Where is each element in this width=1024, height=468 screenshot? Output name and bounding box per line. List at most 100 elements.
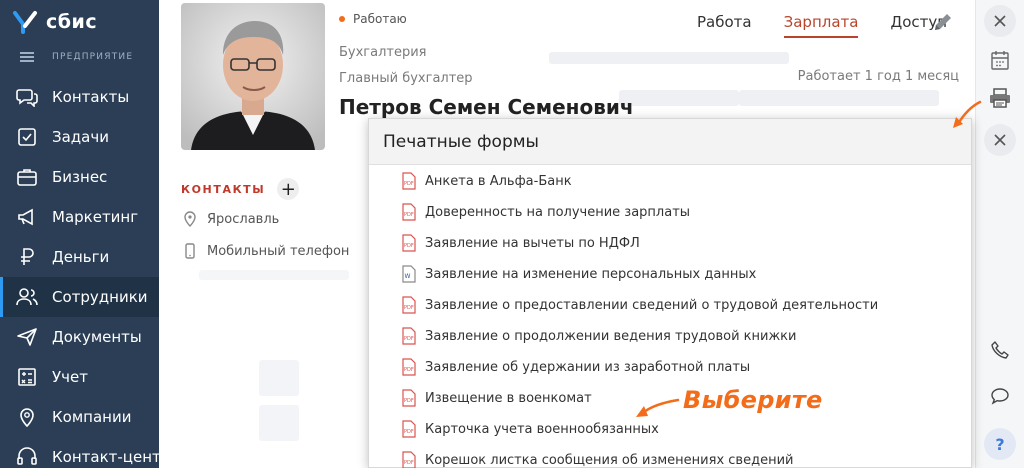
status-text: Работаю (353, 12, 407, 26)
sidebar-item-label: Деньги (52, 248, 110, 266)
employee-name: Петров Семен Семенович (339, 95, 634, 119)
employee-photo[interactable] (181, 3, 325, 150)
contacts-header: КОНТАКТЫ + (181, 178, 300, 200)
print-form-label: Заявление на вычеты по НДФЛ (425, 235, 640, 251)
hint-arrow-to-form (636, 398, 680, 417)
sidebar-item-documents[interactable]: Документы (0, 317, 159, 357)
print-form-item[interactable]: PDF Извещение в военкомат (402, 388, 592, 408)
print-form-item[interactable]: PDF Корешок листка сообщения об изменени… (402, 450, 793, 468)
pdf-icon: PDF (402, 358, 416, 376)
print-form-item[interactable]: PDF Доверенность на получение зарплаты (402, 202, 690, 222)
close-card-button[interactable] (984, 5, 1016, 37)
help-button[interactable]: ? (984, 428, 1016, 460)
svg-text:PDF: PDF (404, 336, 414, 342)
print-form-item-military-card[interactable]: PDF Карточка учета военнообязанных (402, 419, 659, 439)
print-form-item[interactable]: PDF Заявление о продолжении ведения труд… (402, 326, 796, 346)
print-form-label: Заявление о продолжении ведения трудовой… (425, 328, 797, 344)
contact-city[interactable]: Ярославль (183, 211, 279, 227)
printer-icon (990, 88, 1010, 108)
add-contact-button[interactable]: + (277, 178, 300, 200)
tenure-label: Работает 1 год 1 месяц (797, 69, 959, 84)
hint-arrow-to-print-icon (953, 100, 982, 128)
edit-pencil-icon[interactable] (931, 10, 955, 34)
sidebar-item-label: Сотрудники (52, 288, 148, 306)
employees-icon (16, 286, 38, 308)
accounting-icon (16, 366, 38, 388)
svg-text:PDF: PDF (404, 367, 414, 373)
background-placeholder (549, 52, 789, 64)
contact-phone-text: Мобильный телефон (207, 243, 350, 259)
pdf-icon: PDF (402, 203, 416, 221)
sidebar-item-employees[interactable]: Сотрудники (0, 277, 159, 317)
right-rail: ? (975, 0, 1024, 468)
sidebar-item-tasks[interactable]: Задачи (0, 117, 159, 157)
hamburger-menu-icon[interactable] (20, 52, 34, 62)
print-form-label: Анкета в Альфа-Банк (425, 173, 572, 189)
print-form-item[interactable]: PDF Заявление о предоставлении сведений … (402, 295, 878, 315)
sidebar-item-business[interactable]: Бизнес (0, 157, 159, 197)
print-form-label: Карточка учета военнообязанных (425, 421, 659, 437)
background-placeholder (259, 360, 299, 396)
sidebar-section-label: ПРЕДПРИЯТИЕ (52, 52, 134, 62)
tab-work[interactable]: Работа (687, 0, 762, 38)
print-button[interactable] (984, 82, 1016, 114)
tab-salary[interactable]: Зарплата (774, 0, 869, 38)
sidebar-item-label: Документы (52, 328, 142, 346)
pdf-icon: PDF (402, 327, 416, 345)
print-form-label: Заявление на изменение персональных данн… (425, 266, 757, 282)
sidebar-item-contact-center[interactable]: Контакт-центр (0, 437, 170, 468)
background-placeholder (199, 270, 349, 280)
background-placeholder (619, 90, 739, 106)
hint-choose-text: Выберите (683, 386, 823, 414)
sidebar-item-marketing[interactable]: Маркетинг (0, 197, 159, 237)
print-form-label: Заявление о предоставлении сведений о тр… (425, 297, 879, 313)
phone-icon (991, 341, 1009, 359)
phone-button[interactable] (984, 334, 1016, 366)
sidebar-item-contacts[interactable]: Контакты (0, 77, 159, 117)
popup-header: Печатные формы (369, 119, 971, 165)
print-form-item[interactable]: PDF Заявление об удержании из заработной… (402, 357, 750, 377)
sidebar-item-companies[interactable]: Компании (0, 397, 159, 437)
sbis-logo-icon (13, 11, 37, 34)
contact-phone[interactable]: Мобильный телефон (183, 243, 349, 259)
popup-title: Печатные формы (383, 131, 539, 152)
close-icon (994, 134, 1006, 146)
ruble-icon (16, 246, 38, 268)
briefcase-icon (16, 166, 38, 188)
contact-city-text: Ярославль (207, 211, 280, 227)
status-dot-icon (339, 16, 345, 22)
close-icon (994, 15, 1006, 27)
sidebar-item-label: Контакты (52, 88, 130, 106)
contacts-title: КОНТАКТЫ (181, 182, 266, 196)
svg-text:PDF: PDF (404, 181, 414, 187)
print-form-label: Доверенность на получение зарплаты (425, 204, 691, 220)
position-label: Главный бухгалтер (339, 71, 473, 86)
pdf-icon: PDF (402, 420, 416, 438)
location-pin-icon (16, 406, 38, 428)
close-popup-button[interactable] (984, 124, 1016, 156)
department-label[interactable]: Бухгалтерия (339, 45, 427, 60)
sidebar-item-accounting[interactable]: Учет (0, 357, 159, 397)
sidebar-item-label: Контакт-центр (52, 448, 171, 466)
chat-bubbles-icon (16, 86, 38, 108)
background-placeholder (259, 405, 299, 441)
calendar-button[interactable] (984, 44, 1016, 76)
sidebar-item-label: Бизнес (52, 168, 108, 186)
sidebar-item-label: Компании (52, 408, 132, 426)
pdf-icon: PDF (402, 296, 416, 314)
chat-button[interactable] (984, 380, 1016, 412)
svg-text:PDF: PDF (404, 429, 414, 435)
sidebar-item-money[interactable]: Деньги (0, 237, 159, 277)
svg-text:PDF: PDF (404, 398, 414, 404)
print-form-item[interactable]: W Заявление на изменение персональных да… (402, 264, 756, 284)
megaphone-icon (16, 206, 38, 228)
print-form-item[interactable]: PDF Анкета в Альфа-Банк (402, 171, 572, 191)
location-pin-icon (184, 211, 196, 227)
brand-name: сбис (46, 11, 98, 33)
svg-text:PDF: PDF (404, 305, 414, 311)
print-form-item[interactable]: PDF Заявление на вычеты по НДФЛ (402, 233, 640, 253)
svg-text:PDF: PDF (404, 460, 414, 466)
brand-logo[interactable]: сбис (12, 10, 97, 34)
print-form-label: Корешок листка сообщения об изменениях с… (425, 452, 794, 468)
word-icon: W (402, 265, 416, 283)
